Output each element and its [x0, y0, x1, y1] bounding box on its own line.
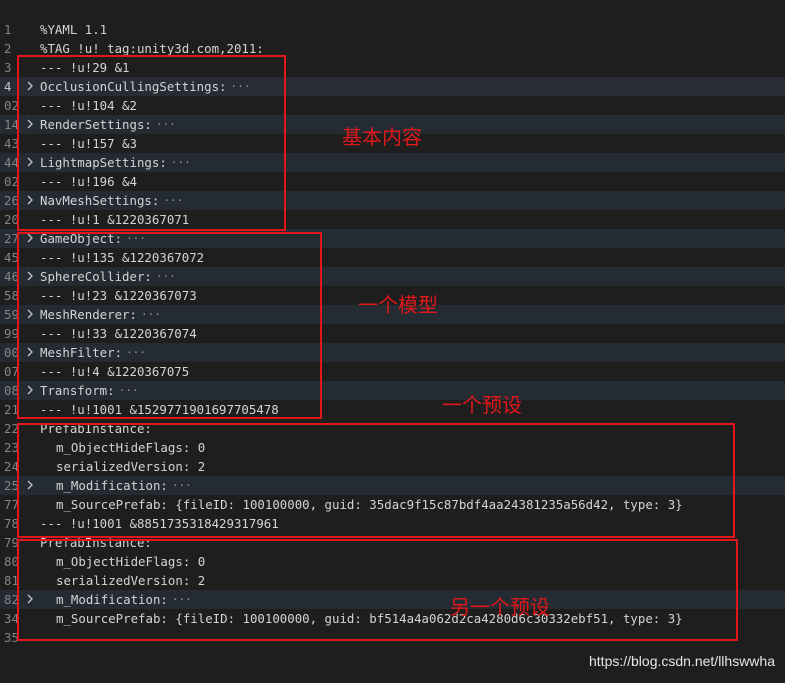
annotation-basic-content: 基本内容: [342, 125, 422, 149]
line-content: %YAML 1.1: [40, 22, 108, 37]
annotation-box-basic-content: [17, 55, 286, 231]
annotation-box-one-prefab: [17, 423, 735, 538]
line-content: %TAG !u! tag:unity3d.com,2011:: [40, 41, 264, 56]
annotation-another-prefab: 另一个预设: [450, 595, 550, 619]
annotation-box-another-prefab: [17, 539, 738, 641]
annotation-one-prefab: 一个预设: [442, 393, 522, 417]
annotation-box-one-model: [17, 232, 322, 419]
line-number: 1: [4, 22, 12, 37]
code-line[interactable]: 1 %YAML 1.1: [0, 20, 785, 39]
line-text: %YAML 1.1: [40, 20, 107, 39]
watermark: https://blog.csdn.net/llhswwha: [589, 653, 775, 669]
annotation-one-model: 一个模型: [358, 293, 438, 317]
